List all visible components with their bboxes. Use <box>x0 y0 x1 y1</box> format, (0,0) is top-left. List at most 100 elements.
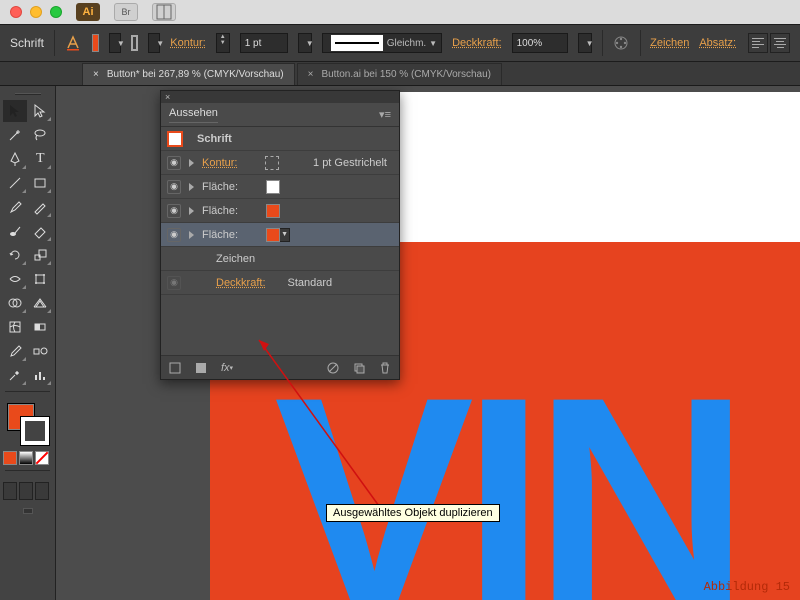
delete-item-button[interactable] <box>377 360 393 376</box>
panel-tab-bar[interactable]: × <box>161 91 399 103</box>
scale-tool[interactable] <box>29 244 53 266</box>
tools-panel: T <box>0 86 56 600</box>
fill-swatch[interactable] <box>92 34 99 52</box>
type-tool[interactable]: T <box>29 148 53 170</box>
duplicate-item-button[interactable] <box>351 360 367 376</box>
width-tool[interactable] <box>3 268 27 290</box>
opacity-input[interactable] <box>512 33 568 53</box>
stroke-row-label[interactable]: Kontur: <box>202 157 237 169</box>
visibility-toggle-icon[interactable]: ◉ <box>167 228 181 242</box>
blob-brush-tool[interactable] <box>3 220 27 242</box>
new-fill-button[interactable] <box>193 360 209 376</box>
close-tab-icon[interactable]: × <box>308 69 314 80</box>
selection-tool[interactable] <box>3 100 27 122</box>
document-tab-inactive[interactable]: × Button.ai bei 150 % (CMYK/Vorschau) <box>297 63 502 85</box>
stroke-profile-dropdown[interactable]: Gleichm. ▼ <box>322 33 442 53</box>
line-segment-tool[interactable] <box>3 172 27 194</box>
fill-swatch-dropdown[interactable]: ▼ <box>280 228 290 242</box>
gradient-tool[interactable] <box>29 316 53 338</box>
appearance-stroke-row[interactable]: ◉ Kontur: 1 pt Gestrichelt <box>161 151 399 175</box>
eyedropper-tool[interactable] <box>3 340 27 362</box>
traffic-light-close[interactable] <box>10 6 22 18</box>
align-left-button[interactable] <box>748 33 768 53</box>
screen-mode-button[interactable] <box>23 508 33 514</box>
visibility-toggle-icon[interactable]: ◉ <box>167 204 181 218</box>
panel-menu-icon[interactable]: ▾≡ <box>379 108 391 121</box>
direct-selection-tool[interactable] <box>29 100 53 122</box>
fill-swatch-icon[interactable] <box>266 228 280 242</box>
appearance-opacity-row[interactable]: ◉ Deckkraft: Standard <box>161 271 399 295</box>
panel-close-icon[interactable]: × <box>165 92 170 102</box>
panel-title[interactable]: Aussehen <box>169 107 218 123</box>
close-tab-icon[interactable]: × <box>93 69 99 80</box>
add-effect-button[interactable]: fx▾ <box>219 360 235 376</box>
pencil-tool[interactable] <box>29 196 53 218</box>
stroke-swatch-icon[interactable] <box>265 156 279 170</box>
appearance-fill-row-selected[interactable]: ◉ Fläche: ▼ <box>161 223 399 247</box>
clear-appearance-button[interactable] <box>325 360 341 376</box>
appearance-fill-row[interactable]: ◉ Fläche: <box>161 199 399 223</box>
draw-normal-button[interactable] <box>3 482 17 500</box>
align-center-button[interactable] <box>770 33 790 53</box>
stroke-panel-link[interactable]: Kontur: <box>170 37 205 49</box>
arrange-documents-button[interactable] <box>152 3 176 21</box>
appearance-target-row[interactable]: Schrift <box>161 127 399 151</box>
paintbrush-tool[interactable] <box>3 196 27 218</box>
fill-swatch-icon[interactable] <box>266 204 280 218</box>
rectangle-tool[interactable] <box>29 172 53 194</box>
app-icon: Ai <box>76 3 100 21</box>
fill-stroke-indicator[interactable] <box>3 401 51 445</box>
paragraph-panel-link[interactable]: Absatz: <box>699 37 736 49</box>
draw-behind-button[interactable] <box>19 482 33 500</box>
magic-wand-tool[interactable] <box>3 124 27 146</box>
canvas-area[interactable]: VIN Abbildung 15 × Aussehen ▾≡ Schrift ◉ <box>56 86 800 600</box>
lasso-tool[interactable] <box>29 124 53 146</box>
eraser-tool[interactable] <box>29 220 53 242</box>
text-fill-indicator-icon <box>64 34 82 52</box>
traffic-light-minimize[interactable] <box>30 6 42 18</box>
panel-grip-icon[interactable] <box>3 90 52 98</box>
free-transform-tool[interactable] <box>29 268 53 290</box>
pen-tool[interactable] <box>3 148 27 170</box>
recolor-artwork-button[interactable] <box>612 34 630 52</box>
symbol-sprayer-tool[interactable] <box>3 364 27 386</box>
stroke-swatch[interactable] <box>131 35 138 51</box>
blend-tool[interactable] <box>29 340 53 362</box>
stroke-weight-input[interactable] <box>240 33 288 53</box>
visibility-toggle-icon[interactable]: ◉ <box>167 276 181 290</box>
visibility-toggle-icon[interactable]: ◉ <box>167 156 181 170</box>
disclosure-triangle-icon[interactable] <box>189 207 194 215</box>
new-stroke-button[interactable] <box>167 360 183 376</box>
stroke-weight-dropdown[interactable]: ▼ <box>298 33 312 53</box>
opacity-dropdown[interactable]: ▼ <box>578 33 592 53</box>
stroke-color-icon[interactable] <box>21 417 49 445</box>
character-panel-link[interactable]: Zeichen <box>650 37 689 49</box>
appearance-characters-row[interactable]: Zeichen <box>161 247 399 271</box>
rotate-tool[interactable] <box>3 244 27 266</box>
opacity-row-label[interactable]: Deckkraft: <box>216 277 266 289</box>
opacity-panel-link[interactable]: Deckkraft: <box>452 37 502 49</box>
fill-swatch-dropdown[interactable]: ▼ <box>109 33 121 53</box>
visibility-toggle-icon[interactable]: ◉ <box>167 180 181 194</box>
disclosure-triangle-icon[interactable] <box>189 183 194 191</box>
color-mode-button[interactable] <box>3 451 17 465</box>
disclosure-triangle-icon[interactable] <box>189 231 194 239</box>
target-thumbnail-icon <box>167 131 183 147</box>
gradient-mode-button[interactable] <box>19 451 33 465</box>
document-tab-active[interactable]: × Button* bei 267,89 % (CMYK/Vorschau) <box>82 63 295 85</box>
stroke-swatch-dropdown[interactable]: ▼ <box>148 33 160 53</box>
fill-swatch-icon[interactable] <box>266 180 280 194</box>
bridge-button[interactable]: Br <box>114 3 138 21</box>
disclosure-triangle-icon[interactable] <box>189 159 194 167</box>
perspective-grid-tool[interactable] <box>29 292 53 314</box>
column-graph-tool[interactable] <box>29 364 53 386</box>
stroke-weight-stepper[interactable]: ▲▼ <box>216 33 230 53</box>
control-bar: Schrift ▼ ▼ Kontur: ▲▼ ▼ Gleichm. ▼ Deck… <box>0 24 800 62</box>
draw-inside-button[interactable] <box>35 482 49 500</box>
shape-builder-tool[interactable] <box>3 292 27 314</box>
appearance-fill-row[interactable]: ◉ Fläche: <box>161 175 399 199</box>
traffic-light-zoom[interactable] <box>50 6 62 18</box>
mesh-tool[interactable] <box>3 316 27 338</box>
characters-row-label: Zeichen <box>216 253 255 265</box>
none-mode-button[interactable] <box>35 451 49 465</box>
